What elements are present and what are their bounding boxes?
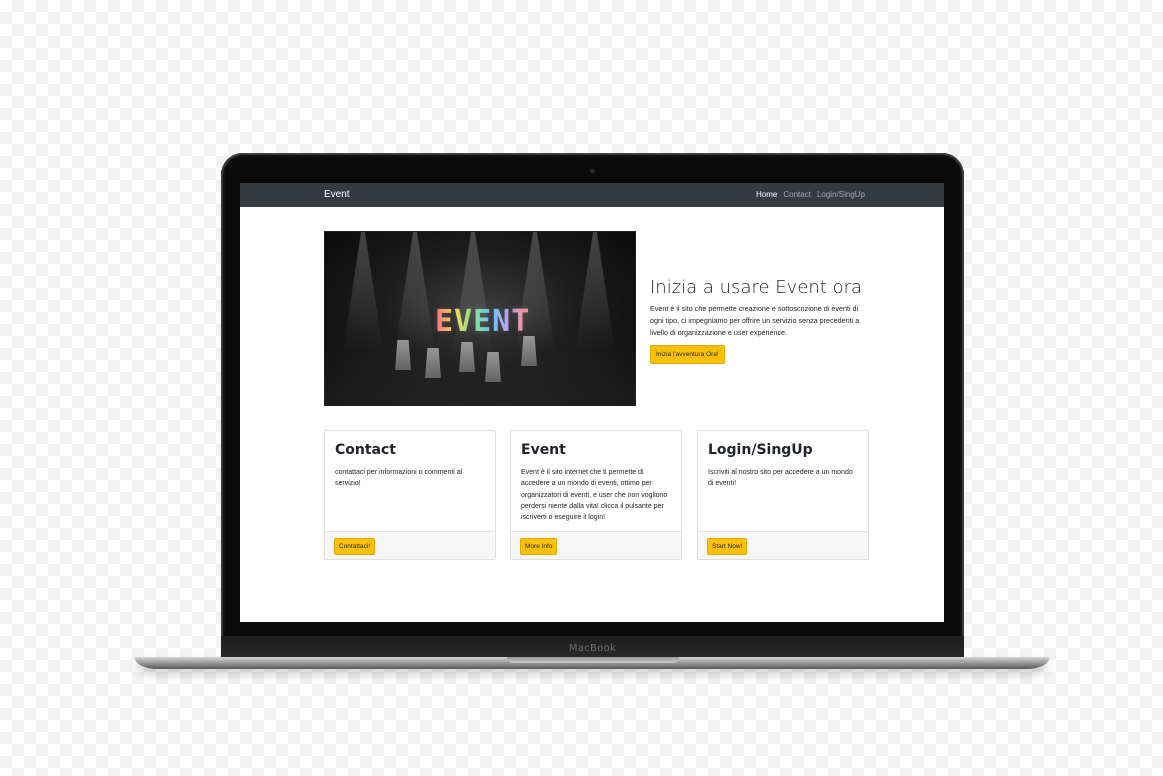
navbar: Event Home Contact Login/SingUp [240, 183, 944, 207]
laptop-base-notch [507, 657, 679, 663]
hero-text: Event è il sito che permette creazione e… [650, 304, 860, 337]
start-now-button[interactable]: Start Now! [707, 538, 748, 555]
laptop-screen: Event Home Contact Login/SingUp EVENT In… [240, 183, 944, 622]
navbar-brand[interactable]: Event [324, 189, 350, 200]
stage-light [575, 232, 615, 352]
card-title: Contact [335, 442, 396, 458]
more-info-button[interactable]: More Info [520, 538, 558, 555]
device-brand-label: MacBook [568, 642, 617, 654]
card-footer: More Info [511, 531, 681, 559]
card-text: Event è il sito internet che ti permette… [521, 469, 668, 522]
nav-link-contact[interactable]: Contact [783, 190, 811, 199]
card-text: contattaci per informazioni o commenti a… [335, 469, 463, 488]
start-adventure-button[interactable]: Inizia l'avventura Ora! [650, 345, 725, 364]
card-footer: Contattaci! [325, 531, 495, 559]
card-title: Event [521, 442, 566, 458]
stage-light [395, 232, 435, 352]
card-login-signup: Login/SingUp Iscriviti al nostro sito pe… [697, 430, 869, 560]
camera-dot [590, 169, 595, 174]
navbar-links: Home Contact Login/SingUp [756, 190, 865, 199]
cocktail-table [459, 342, 475, 372]
nav-link-home[interactable]: Home [756, 190, 777, 199]
cocktail-table [485, 352, 501, 382]
card-footer: Start Now! [698, 531, 868, 559]
contact-us-button[interactable]: Contattaci! [334, 538, 376, 555]
card-title: Login/SingUp [708, 442, 813, 458]
hero-image: EVENT [324, 231, 636, 406]
stage-light [343, 232, 383, 352]
cocktail-table [425, 348, 441, 378]
hero-title: Inizia a usare Event ora [650, 277, 863, 298]
event-sign: EVENT [435, 304, 531, 339]
cocktail-table [395, 340, 411, 370]
card-contact: Contact contattaci per informazioni o co… [324, 430, 496, 560]
cocktail-table [521, 336, 537, 366]
stage-floor [325, 335, 635, 405]
nav-link-login-signup[interactable]: Login/SingUp [817, 190, 865, 199]
card-event: Event Event è il sito internet che ti pe… [510, 430, 682, 560]
card-text: Iscriviti al nostro sito per accedere a … [708, 469, 853, 488]
laptop-base [135, 657, 1049, 669]
